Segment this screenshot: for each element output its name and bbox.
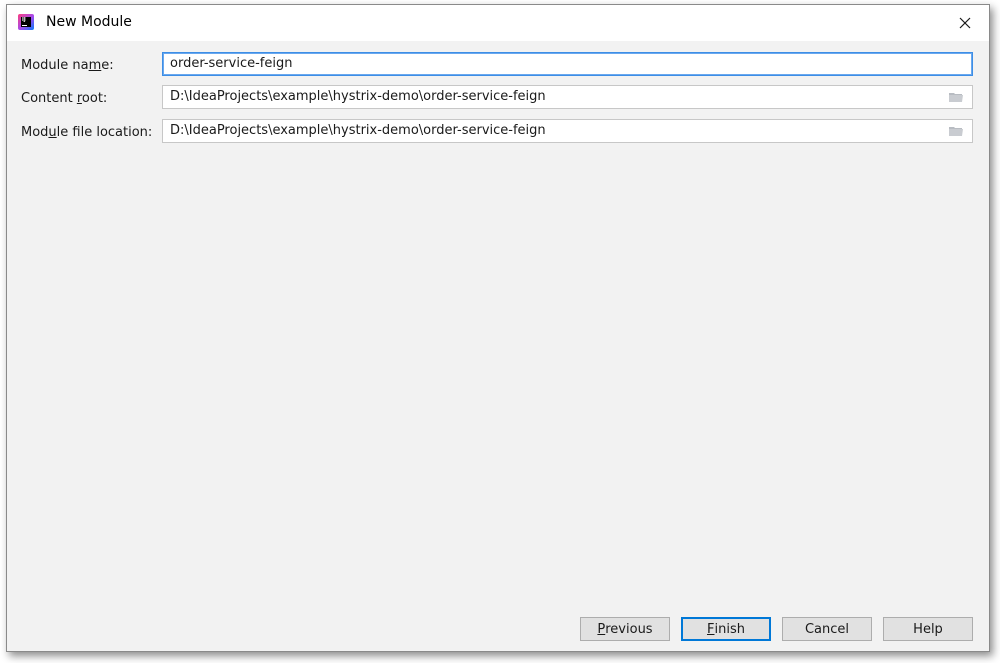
module-name-value: order-service-feign <box>170 56 293 71</box>
content-root-label: Content root: <box>21 91 108 106</box>
content-root-value: D:\IdeaProjects\example\hystrix-demo\ord… <box>170 89 546 104</box>
module-file-location-label: Module file location: <box>21 125 153 140</box>
help-button[interactable]: Help <box>883 617 973 641</box>
window-title: New Module <box>46 14 132 30</box>
close-button[interactable] <box>953 11 977 35</box>
module-name-input[interactable]: order-service-feign <box>162 52 973 76</box>
module-file-location-value: D:\IdeaProjects\example\hystrix-demo\ord… <box>170 123 546 138</box>
previous-button[interactable]: Previous <box>580 617 670 641</box>
intellij-idea-icon: IJ <box>18 14 34 30</box>
content-root-input[interactable]: D:\IdeaProjects\example\hystrix-demo\ord… <box>162 85 973 109</box>
module-name-label: Module name: <box>21 58 114 73</box>
new-module-dialog: IJ New Module Module name: order-service… <box>6 4 990 652</box>
finish-button[interactable]: Finish <box>681 617 771 641</box>
cancel-button[interactable]: Cancel <box>782 617 872 641</box>
content-root-row: Content root: D:\IdeaProjects\example\hy… <box>7 85 989 111</box>
close-icon <box>959 17 971 29</box>
title-bar[interactable]: IJ New Module <box>7 5 989 41</box>
module-file-location-row: Module file location: D:\IdeaProjects\ex… <box>7 119 989 145</box>
folder-icon[interactable] <box>948 125 964 137</box>
folder-icon[interactable] <box>948 91 964 103</box>
module-name-row: Module name: order-service-feign <box>7 52 989 78</box>
module-file-location-input[interactable]: D:\IdeaProjects\example\hystrix-demo\ord… <box>162 119 973 143</box>
